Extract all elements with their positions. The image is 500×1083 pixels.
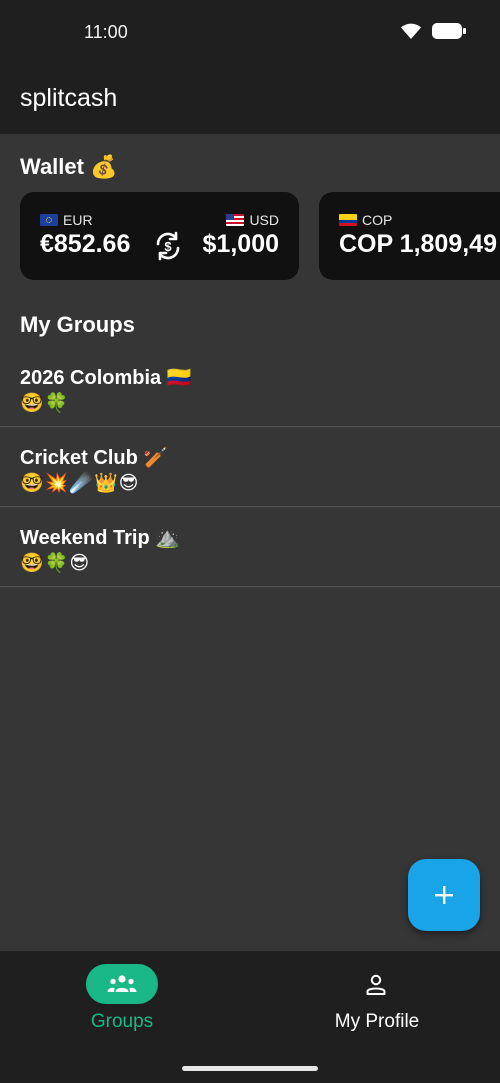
nav-item-my-profile[interactable]: My Profile [250,951,500,1051]
currency-swap-icon[interactable]: $ [152,230,184,262]
wifi-icon [401,23,421,39]
currency-code-usd: USD [249,212,279,228]
amount-cop: COP 1,809,49 [339,230,497,258]
app-bar: splitcash [0,64,500,134]
nav-active-indicator [86,964,158,1004]
person-icon-wrap [360,971,392,999]
currency-label-from: EUR [40,212,93,228]
currency-code-eur: EUR [63,212,93,228]
home-indicator[interactable] [182,1066,318,1071]
group-name: 2026 Colombia 🇨🇴 [20,367,192,389]
wallet-card-cop[interactable]: COP COP 1,809,49 [319,192,500,280]
nav-item-groups[interactable]: Groups [0,951,250,1051]
group-name: Cricket Club 🏏 [20,447,169,469]
svg-text:$: $ [164,239,172,254]
group-item[interactable]: 2026 Colombia 🇨🇴 🤓🍀 [0,347,500,427]
person-icon [366,974,386,995]
group-members: 🤓🍀😎 [20,553,91,574]
group-members: 🤓🍀 [20,393,70,414]
wallet-title: Wallet 💰 [20,154,118,179]
wallet-card-eur-usd[interactable]: EUR €852.66 $ USD $1,000 [20,192,299,280]
groups-title: My Groups [20,312,135,337]
eu-flag-icon [40,214,58,226]
status-icons [400,22,466,40]
battery-icon [432,23,466,39]
nav-label-groups: Groups [90,1011,154,1032]
wallet-carousel[interactable]: EUR €852.66 $ USD $1,000 COP COP 1,809,4… [20,192,500,280]
app-title: splitcash [20,84,118,112]
currency-label-to: USD [226,212,279,228]
currency-label-cop: COP [339,212,392,228]
status-bar: 11:00 [0,0,500,64]
groups-icon [107,975,137,992]
currency-code-cop: COP [362,212,393,228]
amount-usd: $1,000 [202,230,279,258]
group-item[interactable]: Weekend Trip ⛰️ 🤓🍀😎 [0,507,500,587]
add-group-button[interactable] [408,859,480,931]
group-members: 🤓💥☄️👑😎 [20,473,140,494]
group-item[interactable]: Cricket Club 🏏 🤓💥☄️👑😎 [0,427,500,507]
plus-icon [435,886,453,904]
us-flag-icon [226,214,245,226]
nav-label-my-profile: My Profile [334,1011,420,1032]
colombia-flag-icon [339,214,357,226]
group-name: Weekend Trip ⛰️ [20,527,181,549]
status-time: 11:00 [84,22,128,42]
amount-eur: €852.66 [40,230,131,258]
bottom-navigation: Groups My Profile [0,951,500,1083]
